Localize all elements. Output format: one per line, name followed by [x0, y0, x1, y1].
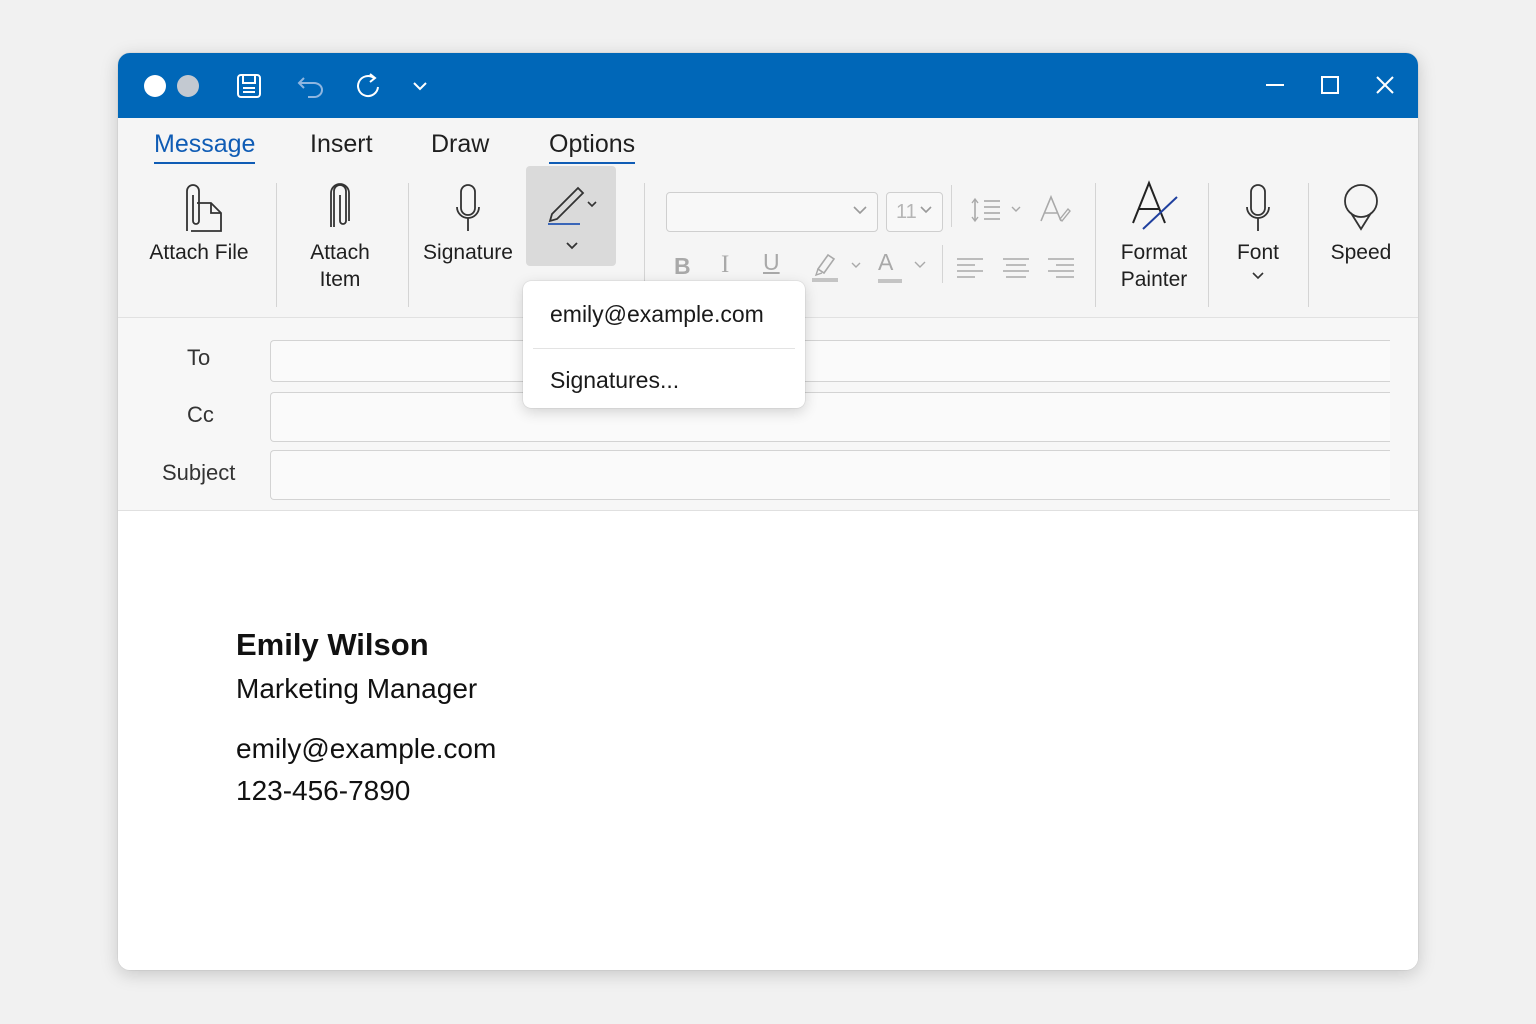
- subject-input[interactable]: [270, 450, 1390, 500]
- underline-button[interactable]: U: [763, 249, 780, 276]
- window-dot-gray[interactable]: [177, 75, 199, 97]
- to-input[interactable]: [270, 340, 1390, 382]
- font-color-glyph: A: [878, 249, 894, 275]
- signature-title: Marketing Manager: [236, 673, 478, 704]
- line-spacing-icon[interactable]: [970, 197, 1022, 223]
- ribbon-divider: [276, 183, 277, 307]
- font-label: Font: [1236, 241, 1280, 264]
- highlighter-icon[interactable]: [812, 251, 864, 283]
- paperclip-icon: [325, 171, 355, 233]
- customize-chevron-icon[interactable]: [403, 69, 437, 103]
- signature-menu: emily@example.com Signatures...: [523, 281, 805, 408]
- ribbon-divider: [1208, 183, 1209, 307]
- chevron-down-icon: [1252, 272, 1264, 280]
- attach-item-button[interactable]: Attach Item: [292, 171, 388, 293]
- ribbon-divider: [1095, 183, 1096, 307]
- styles-icon[interactable]: [1038, 193, 1072, 225]
- signature-phone: 123-456-7890: [236, 775, 411, 806]
- align-center-icon[interactable]: [1002, 257, 1030, 279]
- signature-name: Emily Wilson: [236, 627, 429, 662]
- bold-button[interactable]: B: [674, 253, 691, 280]
- speech-icon: [1340, 171, 1382, 233]
- font-family-select[interactable]: [666, 192, 878, 232]
- menu-divider: [533, 348, 795, 349]
- signature-email: emily@example.com: [236, 733, 497, 764]
- format-painter-icon: [1127, 171, 1181, 233]
- window-dot-white[interactable]: [144, 75, 166, 97]
- format-painter-button[interactable]: Format Painter: [1106, 171, 1202, 293]
- redo-icon[interactable]: [351, 69, 385, 103]
- cc-label: Cc: [187, 402, 214, 427]
- ribbon-divider: [1308, 183, 1309, 307]
- align-left-icon[interactable]: [956, 257, 984, 279]
- format-painter-label-line2: Painter: [1120, 268, 1188, 291]
- undo-icon[interactable]: [294, 69, 328, 103]
- close-icon[interactable]: [1367, 67, 1403, 103]
- ribbon-divider: [942, 245, 943, 283]
- tab-insert[interactable]: Insert: [310, 130, 373, 162]
- signature-menu-item-signatures[interactable]: Signatures...: [550, 367, 679, 394]
- speed-button[interactable]: Speed: [1322, 171, 1400, 266]
- italic-button[interactable]: I: [721, 251, 729, 279]
- subject-label: Subject: [162, 460, 236, 485]
- chevron-down-icon: [914, 261, 926, 268]
- font-dictate-button[interactable]: Font: [1218, 171, 1298, 280]
- attach-file-icon: [173, 171, 225, 233]
- save-icon[interactable]: [232, 69, 266, 103]
- tab-options[interactable]: Options: [549, 130, 636, 164]
- signature-button[interactable]: Signature: [418, 171, 518, 266]
- ribbon-divider: [408, 183, 409, 307]
- chevron-down-icon: [566, 242, 578, 250]
- to-label: To: [187, 345, 211, 370]
- title-bar: [118, 53, 1418, 118]
- font-size-value: 11: [896, 201, 917, 223]
- minimize-icon[interactable]: [1257, 67, 1293, 103]
- compose-window: Message Insert Draw Options Attach File …: [118, 53, 1418, 970]
- align-right-icon[interactable]: [1047, 257, 1075, 279]
- chevron-down-icon: [920, 206, 932, 214]
- font-size-select[interactable]: 11: [886, 192, 943, 232]
- attach-item-label-line2: Item: [319, 268, 361, 291]
- signature-dropdown-button[interactable]: [526, 166, 616, 266]
- ribbon-divider: [951, 185, 952, 227]
- message-body[interactable]: Emily Wilson Marketing Manager emily@exa…: [118, 511, 1418, 970]
- font-color-bar: [878, 279, 902, 283]
- pen-signature-icon: [548, 186, 597, 225]
- signature-label: Signature: [423, 241, 513, 264]
- attach-file-button[interactable]: Attach File: [142, 171, 256, 266]
- attach-file-label: Attach File: [149, 241, 249, 264]
- chevron-down-icon: [853, 206, 867, 215]
- attach-item-label-line1: Attach: [310, 241, 370, 264]
- tab-draw[interactable]: Draw: [431, 130, 489, 162]
- cc-input[interactable]: [270, 392, 1390, 442]
- microphone-icon: [453, 171, 483, 233]
- format-painter-label-line1: Format: [1120, 241, 1188, 264]
- speed-label: Speed: [1330, 241, 1392, 264]
- signature-menu-item-email[interactable]: emily@example.com: [550, 301, 764, 328]
- microphone-icon: [1243, 171, 1273, 233]
- maximize-icon[interactable]: [1312, 67, 1348, 103]
- tab-message[interactable]: Message: [154, 130, 256, 164]
